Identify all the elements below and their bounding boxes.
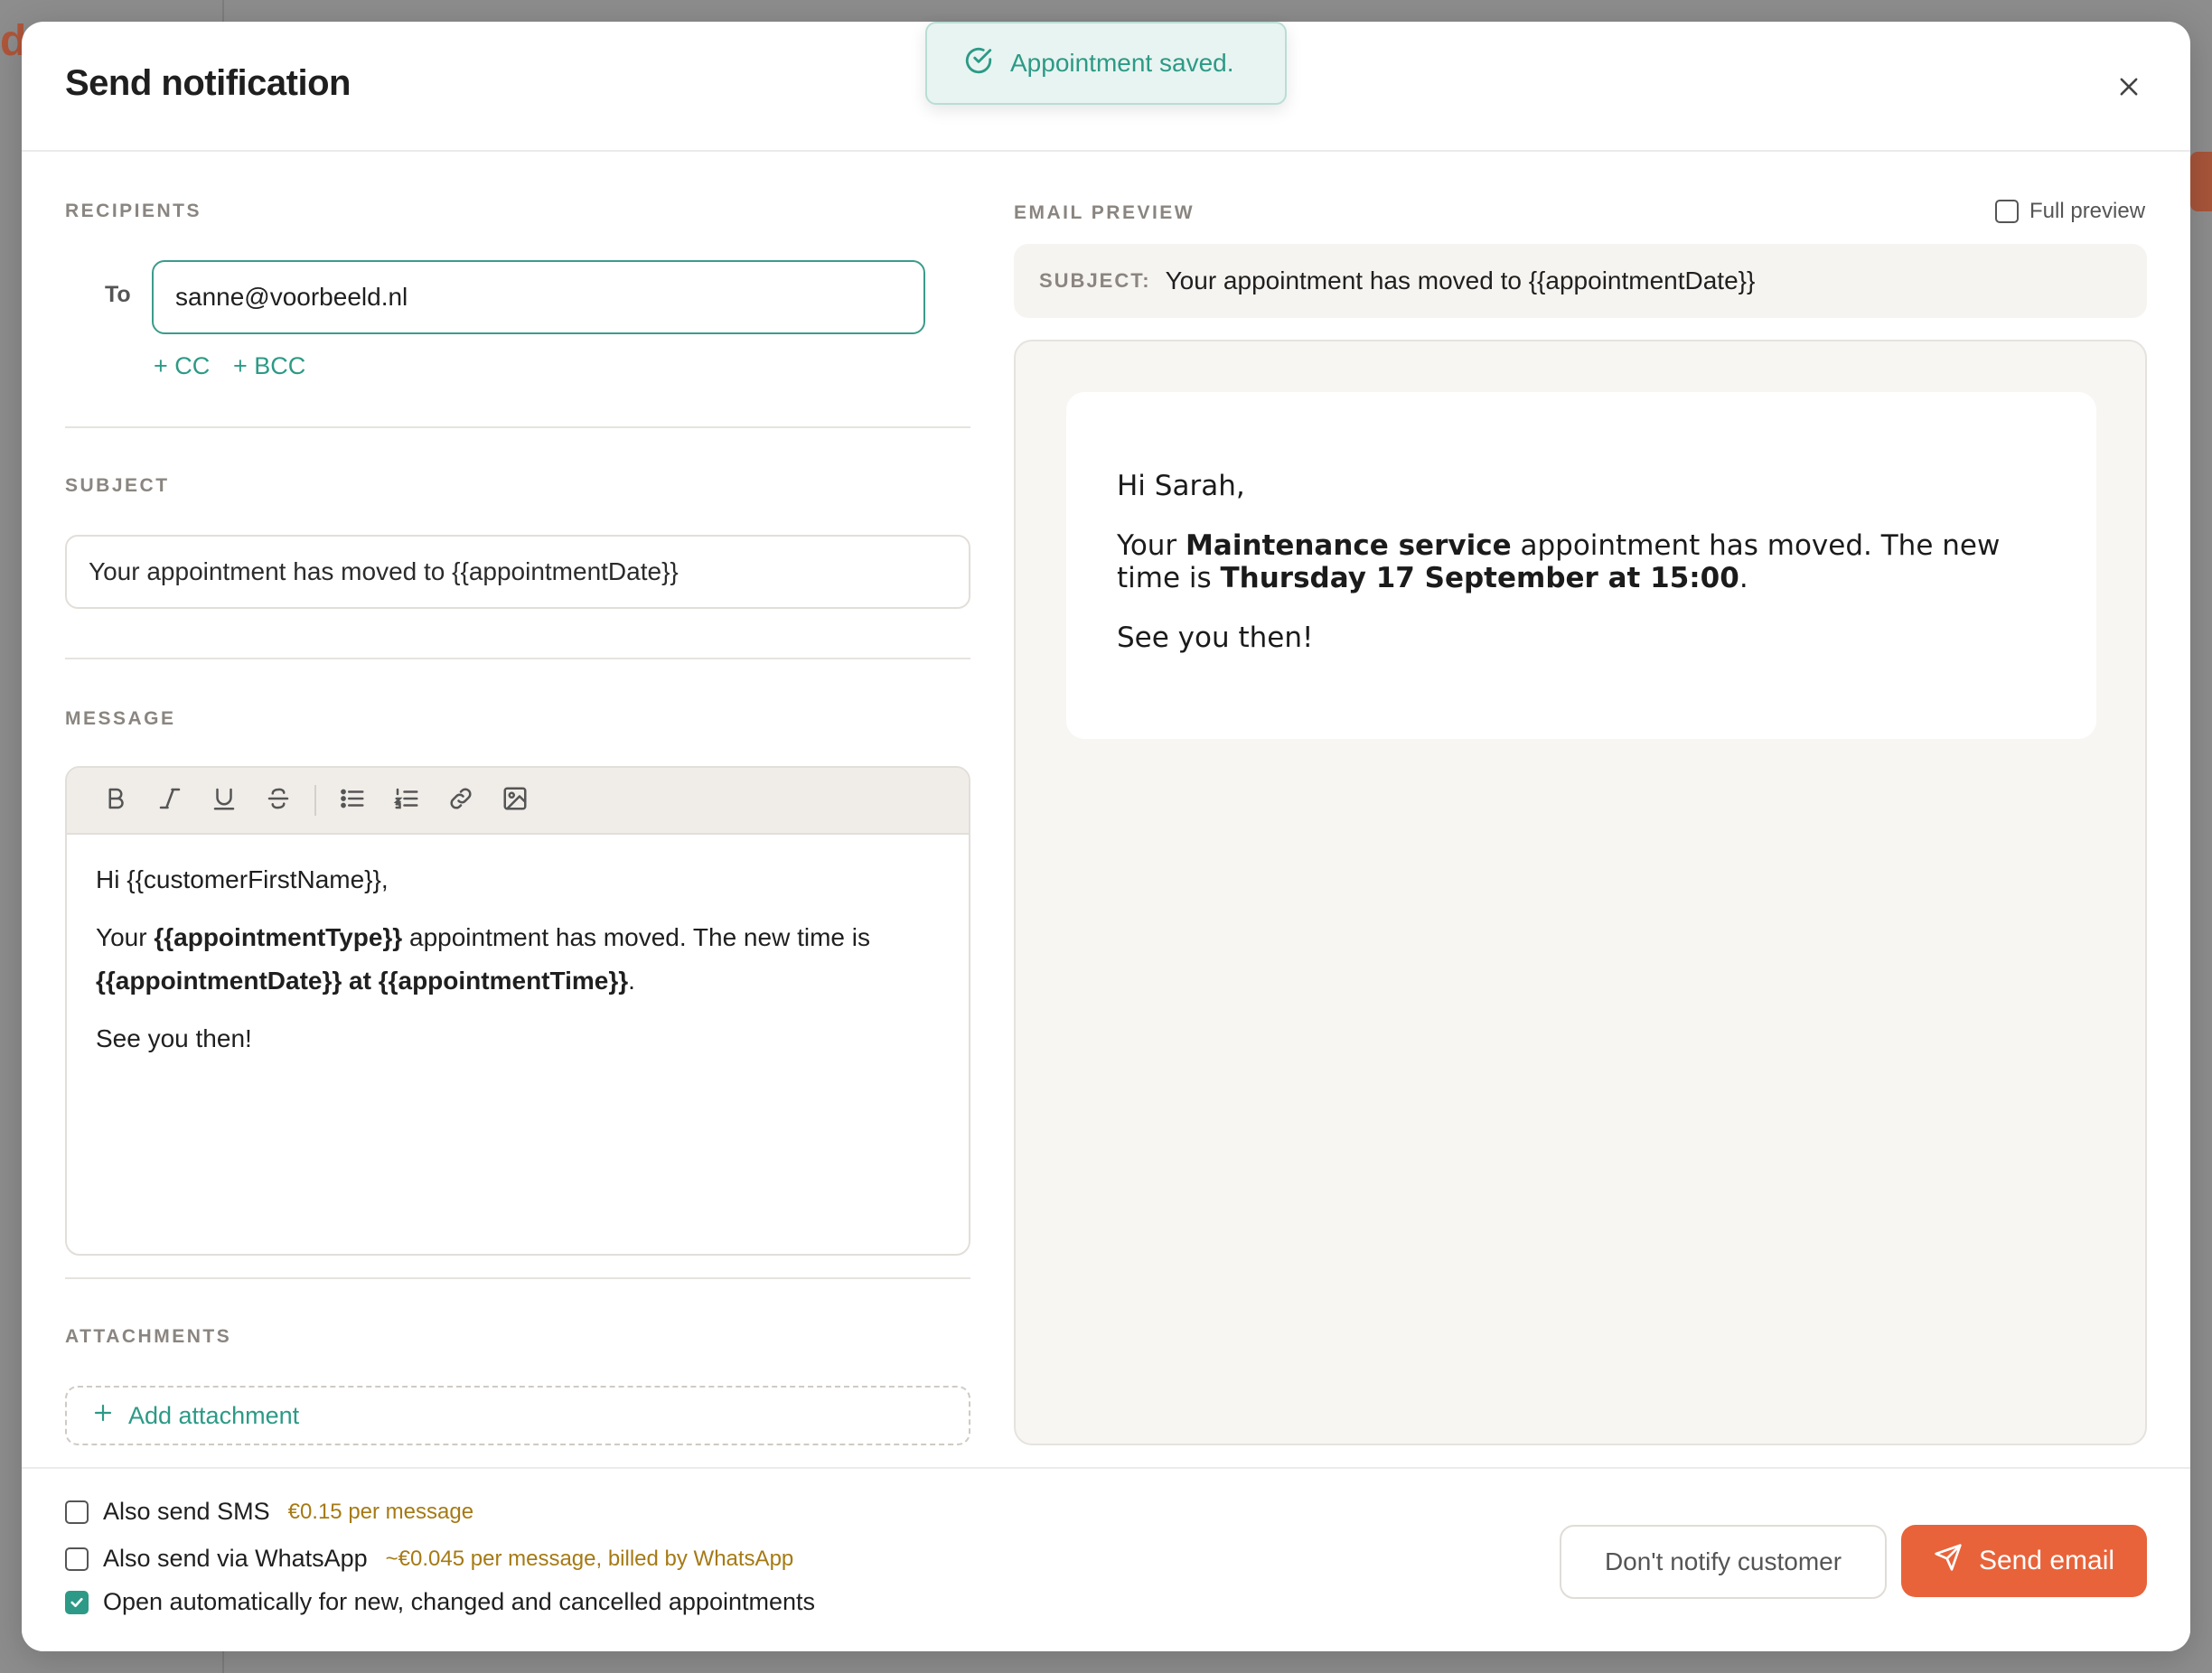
recipients-label: RECIPIENTS [65,201,202,221]
message-editor[interactable]: Hi {{customerFirstName}}, Your {{appoint… [65,766,970,1256]
image-icon [501,785,529,817]
message-body[interactable]: Hi {{customerFirstName}}, Your {{appoint… [96,858,940,1075]
preview-subject-value: Your appointment has moved to {{appointm… [1165,266,1756,294]
send-email-label: Send email [1978,1546,2115,1575]
add-bcc-link[interactable]: + BCC [233,352,305,380]
auto-open-option[interactable]: Open automatically for new, changed and … [65,1588,815,1616]
bold-icon [102,785,129,817]
whatsapp-label: Also send via WhatsApp [103,1545,368,1572]
add-attachment-button[interactable]: Add attachment [65,1386,970,1445]
message-main-line: Your {{appointmentType}} appointment has… [96,923,870,995]
close-button[interactable] [2111,70,2147,107]
to-label: To [105,282,131,307]
dont-notify-button[interactable]: Don't notify customer [1560,1525,1887,1599]
auto-open-label: Open automatically for new, changed and … [103,1588,816,1615]
link-icon [447,785,474,817]
send-notification-modal: Send notification RECIPIENTS To + CC + B… [22,22,2190,1651]
subject-input[interactable] [65,535,970,609]
bullet-list-button[interactable] [325,773,380,827]
auto-open-checkbox[interactable] [65,1590,89,1614]
preview-greeting: Hi Sarah, [1117,470,1245,502]
preview-main-line: Your Maintenance service appointment has… [1117,529,2001,594]
email-preview-label: EMAIL PREVIEW [1014,202,1195,223]
sms-checkbox[interactable] [65,1500,89,1524]
add-attachment-label: Add attachment [128,1401,300,1429]
underline-icon [211,785,238,817]
numbered-list-icon [393,785,420,817]
bullet-list-icon [339,785,366,817]
underline-button[interactable] [197,773,251,827]
sms-label: Also send SMS [103,1498,270,1525]
close-icon [2116,74,2142,104]
italic-button[interactable] [143,773,197,827]
send-icon [1934,1543,1963,1579]
italic-icon [156,785,183,817]
divider [65,658,970,659]
whatsapp-price: ~€0.045 per message, billed by WhatsApp [385,1546,794,1571]
whatsapp-checkbox[interactable] [65,1547,89,1571]
divider [65,426,970,428]
to-email-input[interactable] [152,260,925,334]
toast-message: Appointment saved. [1010,49,1234,77]
plus-icon [92,1402,114,1430]
sms-price: €0.15 per message [287,1499,474,1524]
modal-title: Send notification [65,63,351,103]
message-label: MESSAGE [65,708,176,729]
toolbar-separator [314,785,316,816]
sms-option[interactable]: Also send SMS €0.15 per message [65,1498,473,1526]
preview-closing: See you then! [1117,622,1314,654]
link-button[interactable] [434,773,488,827]
divider [65,1277,970,1279]
editor-toolbar [67,768,969,835]
preview-subject-bar: SUBJECT: Your appointment has moved to {… [1014,244,2147,318]
numbered-list-button[interactable] [380,773,434,827]
attachments-label: ATTACHMENTS [65,1326,232,1347]
full-preview-label: Full preview [2029,199,2146,223]
email-preview-card: Hi Sarah, Your Maintenance service appoi… [1066,392,2096,739]
message-greeting: Hi {{customerFirstName}}, [96,865,389,893]
strikethrough-button[interactable] [251,773,305,827]
add-cc-link[interactable]: + CC [154,352,210,380]
background-accent-tab [2190,152,2212,211]
full-preview-toggle[interactable]: Full preview [1995,199,2145,224]
bold-button[interactable] [89,773,143,827]
image-button[interactable] [488,773,542,827]
whatsapp-option[interactable]: Also send via WhatsApp ~€0.045 per messa… [65,1545,793,1573]
strikethrough-icon [265,785,292,817]
toast-notification: Appointment saved. [925,22,1287,105]
message-closing: See you then! [96,1024,252,1052]
preview-subject-label: SUBJECT: [1039,269,1151,292]
send-email-button[interactable]: Send email [1901,1525,2147,1597]
subject-label: SUBJECT [65,475,170,496]
modal-footer: Also send SMS €0.15 per message Also sen… [22,1467,2190,1651]
email-preview-canvas: Hi Sarah, Your Maintenance service appoi… [1014,340,2147,1445]
full-preview-checkbox[interactable] [1995,200,2019,223]
check-circle-icon [963,45,994,82]
